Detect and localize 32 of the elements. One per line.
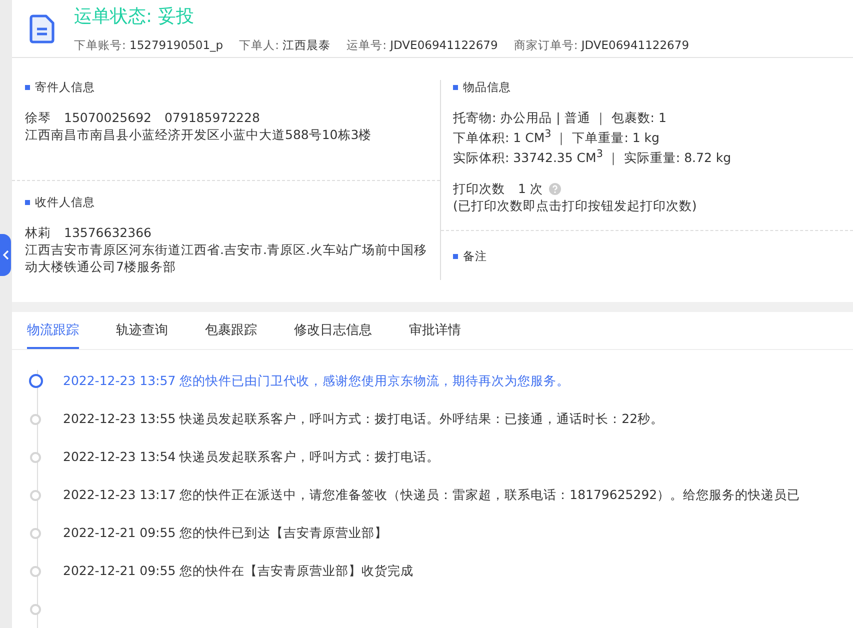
goods-detail: 下单体积: 1 CM$^{3}$ ｜ 下单重量: 1 kg [453,127,660,146]
tracking-event: 2022-12-23 13:57 您的快件已由门卫代收，感谢您使用京东物流，期待再次为您服务。 [63,372,570,390]
section-title: 寄件人信息 [25,80,428,95]
order-meta: 下单账号: 15279190501_p [74,38,224,53]
section-title: 收件人信息 [25,195,428,210]
receiver-address: 江西吉安市青原区河东街道江西省.吉安市.青原区.火车站广场前中国移动大楼铁通公司7楼服务部 [25,241,428,275]
tracking-event: 2022-12-21 09:55 您的快件已到达【吉安青原营业部】 [63,524,388,542]
sender-address: 江西南昌市南昌县小蓝经济开发区小蓝中大道588号10栋3楼 [25,126,373,143]
order-meta: 下单人: 江西晨泰 [239,38,331,53]
tracking-event: 2022-12-23 13:54 快递员发起联系客户，呼叫方式：拨打电话。 [63,448,440,466]
tracking-event: 2022-12-21 09:55 您的快件在【吉安青原营业部】收货完成 [63,562,414,580]
section-title: 备注 [453,249,853,264]
tracking-event: 2022-12-23 13:55 快递员发起联系客户，呼叫方式：拨打电话。外呼结果：已接通，通话时长：22秒。 [63,410,664,428]
tracking-event: 2022-12-23 13:17 您的快件正在派送中，请您准备签收（快递员：雷家超，联系电话：18179625292）。给您服务的快递员已 [63,486,800,504]
tab[interactable]: 修改日志信息 [294,312,372,349]
waybill-status: 运单状态: 妥投 [74,5,195,28]
goods-detail: 托寄物: 办公用品 | 普通 ｜ 包裹数: 1 [453,109,668,126]
chevron-left-icon [2,250,8,260]
print-count: 打印次数 1 次 [453,180,543,198]
sender-contact: 徐琴 15070025692 079185972228 [25,109,261,126]
tab[interactable]: 审批详情 [409,312,461,349]
tab[interactable]: 包裹跟踪 [205,312,257,349]
section-title: 物品信息 [453,80,853,95]
document-icon [28,14,56,44]
goods-detail: 实际体积: 33742.35 CM$^{3}$ ｜ 实际重量: 8.72 kg [453,147,732,166]
tab[interactable]: 轨迹查询 [116,312,168,349]
receiver-contact: 林莉 13576632366 [25,224,152,241]
order-meta: 运单号: JDVE06941122679 [346,38,498,53]
tab[interactable]: 物流跟踪 [27,312,79,349]
order-meta: 商家订单号: JDVE06941122679 [514,38,690,53]
print-note: (已打印次数即点击打印按钮发起打印次数) [453,197,698,214]
collapse-tab[interactable] [0,234,11,276]
